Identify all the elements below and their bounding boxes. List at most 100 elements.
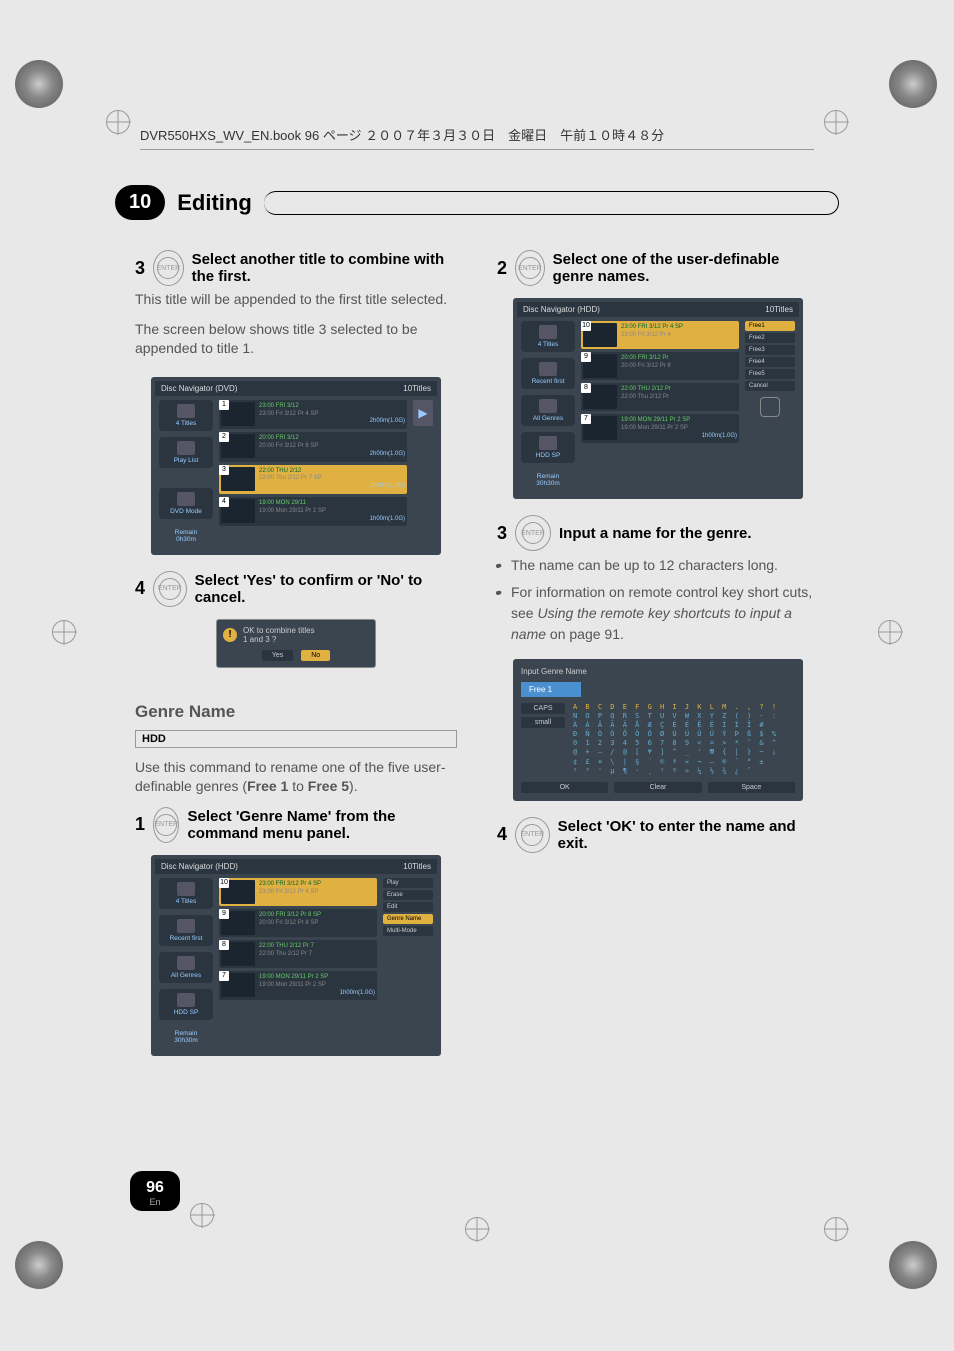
- step-number: 3: [135, 258, 145, 279]
- enter-button-icon: ENTER: [515, 250, 545, 286]
- embedded-screenshot-disc-navigator-dvd: Disc Navigator (DVD) 10Titles 4 Titles P…: [151, 377, 441, 555]
- corner-ornament: [889, 60, 939, 110]
- register-mark-icon: [824, 110, 848, 134]
- ui-title-count: 10Titles: [403, 862, 431, 871]
- mode-icon: [177, 993, 195, 1007]
- enter-button-icon: ENTER: [153, 250, 184, 286]
- enter-button-icon: ENTER: [515, 515, 551, 551]
- ui-title: Disc Navigator (HDD): [523, 305, 600, 314]
- kb-ok-button: OK: [521, 782, 608, 793]
- page-language: En: [142, 1197, 168, 1207]
- sidebar-item: 4 Titles: [521, 321, 575, 352]
- running-head: DVR550HXS_WV_EN.book 96 ページ ２００７年３月３０日 金…: [140, 125, 814, 144]
- chapter-number: 10: [115, 185, 165, 220]
- kb-clear-button: Clear: [614, 782, 701, 793]
- step-4: 4 ENTER Select 'Yes' to confirm or 'No' …: [135, 571, 457, 607]
- dialog-no-button: No: [301, 650, 330, 661]
- sidebar-item: All Genres: [159, 952, 213, 983]
- step-number: 3: [497, 523, 507, 544]
- embedded-screenshot-disc-navigator-hdd-genres: Disc Navigator (HDD) 10Titles 4 Titles R…: [513, 298, 803, 499]
- kb-name-field: Free 1: [521, 682, 581, 697]
- step-instruction: Input a name for the genre.: [559, 525, 752, 542]
- sidebar-item: All Genres: [521, 395, 575, 426]
- section-heading: Genre Name: [135, 702, 457, 722]
- step-number: 1: [135, 814, 145, 835]
- register-mark-icon: [878, 620, 902, 644]
- register-mark-icon: [52, 620, 76, 644]
- bullet-list: The name can be up to 12 characters long…: [497, 555, 819, 651]
- remain-indicator: Remain0h30m: [159, 525, 213, 547]
- ui-title-count: 10Titles: [403, 384, 431, 393]
- chapter-title: Editing: [177, 190, 252, 216]
- hdd-badge: HDD: [135, 730, 457, 748]
- confirm-dialog-screenshot: ! OK to combine titles 1 and 3 ? Yes No: [216, 619, 376, 668]
- step-instruction: Select 'Yes' to confirm or 'No' to cance…: [195, 572, 457, 606]
- kb-header: Input Genre Name: [521, 667, 795, 676]
- page-number: 96: [142, 1179, 168, 1197]
- kb-space-button: Space: [708, 782, 795, 793]
- title-row: 220:00 FRI 3/1220:00 Fri 3/12 Pr 8 SP2h0…: [219, 432, 407, 461]
- left-column: 3 ENTER Select another title to combine …: [135, 250, 457, 1072]
- step-instruction: Select 'Genre Name' from the command men…: [187, 808, 457, 842]
- body-text: The screen below shows title 3 selected …: [135, 320, 457, 359]
- menu-item: Erase: [383, 890, 433, 900]
- body-text: This title will be appended to the first…: [135, 290, 457, 310]
- title-row: 419:00 MON 29/1119:00 Mon 29/11 Pr 2 SP1…: [219, 497, 407, 526]
- register-mark-icon: [465, 1217, 489, 1241]
- step-4-right: 4 ENTER Select 'OK' to enter the name an…: [497, 817, 819, 853]
- dialog-text: 1 and 3 ?: [243, 635, 315, 644]
- title-row: 920:00 FRI 3/12 Pr20:00 Fri 3/12 Pr 8: [581, 352, 739, 380]
- sidebar-item: Recent first: [521, 358, 575, 389]
- enter-button-icon: ENTER: [515, 817, 550, 853]
- menu-item: Edit: [383, 902, 433, 912]
- ui-title: Disc Navigator (DVD): [161, 384, 237, 393]
- step-number: 2: [497, 258, 507, 279]
- sort-icon: [539, 362, 557, 376]
- step-instruction: Select 'OK' to enter the name and exit.: [558, 818, 819, 852]
- menu-item: Multi-Mode: [383, 926, 433, 936]
- mode-icon: [177, 492, 195, 506]
- title-row-selected: 1023:00 FRI 3/12 Pr 4 SP23:00 Fri 3/12 P…: [219, 878, 377, 906]
- page-footer: 96 En: [130, 1171, 180, 1211]
- scroll-right-icon: ▶: [413, 400, 433, 426]
- runhead-text: DVR550HXS_WV_EN.book 96 ページ ２００７年３月３０日 金…: [140, 128, 664, 143]
- titles-icon: [539, 325, 557, 339]
- playlist-icon: [177, 441, 195, 455]
- genre-option-selected: Free1: [745, 321, 795, 331]
- enter-button-icon: ENTER: [153, 571, 187, 607]
- return-button-icon: [760, 397, 780, 417]
- sidebar-item: Play List: [159, 437, 213, 468]
- corner-ornament: [889, 1241, 939, 1291]
- corner-ornament: [15, 1241, 65, 1291]
- register-mark-icon: [106, 110, 130, 134]
- title-row: 719:00 MON 29/11 Pr 2 SP19:00 Mon 29/11 …: [219, 971, 377, 1000]
- sidebar-item: Recent first: [159, 915, 213, 946]
- corner-ornament: [15, 60, 65, 110]
- sidebar-item: 4 Titles: [159, 400, 213, 431]
- dialog-yes-button: Yes: [262, 650, 293, 661]
- body-text: Use this command to rename one of the fi…: [135, 758, 457, 797]
- remain-indicator: Remain30h30m: [159, 1026, 213, 1048]
- title-row: 920:00 FRI 3/12 Pr 8 SP20:00 Fri 3/12 Pr…: [219, 909, 377, 937]
- register-mark-icon: [190, 1203, 214, 1227]
- bullet-item: For information on remote control key sh…: [511, 582, 819, 645]
- embedded-screenshot-input-genre-name: Input Genre Name Free 1 CAPS small A B C…: [513, 659, 803, 801]
- title-row: 822:00 THU 2/12 Pr22:00 Thu 2/12 Pr: [581, 383, 739, 411]
- genre-option-cancel: Cancel: [745, 381, 795, 391]
- kb-caps-button: CAPS: [521, 703, 565, 714]
- bullet-item: The name can be up to 12 characters long…: [511, 555, 819, 576]
- genre-option: Free2: [745, 333, 795, 343]
- ui-title-count: 10Titles: [765, 305, 793, 314]
- sidebar-item: DVD Mode: [159, 488, 213, 519]
- right-column: 2 ENTER Select one of the user-definable…: [497, 250, 819, 1072]
- titles-icon: [177, 882, 195, 896]
- step-instruction: Select one of the user-definable genre n…: [553, 251, 819, 285]
- genre-option: Free5: [745, 369, 795, 379]
- genre-icon: [539, 399, 557, 413]
- chapter-header: 10 Editing: [115, 185, 839, 220]
- title-row: 822:00 THU 2/12 Pr 722:00 Thu 2/12 Pr 7: [219, 940, 377, 968]
- step-2: 2 ENTER Select one of the user-definable…: [497, 250, 819, 286]
- kb-small-button: small: [521, 717, 565, 728]
- titles-icon: [177, 404, 195, 418]
- title-row: 719:00 MON 29/11 Pr 2 SP19:00 Mon 29/11 …: [581, 414, 739, 443]
